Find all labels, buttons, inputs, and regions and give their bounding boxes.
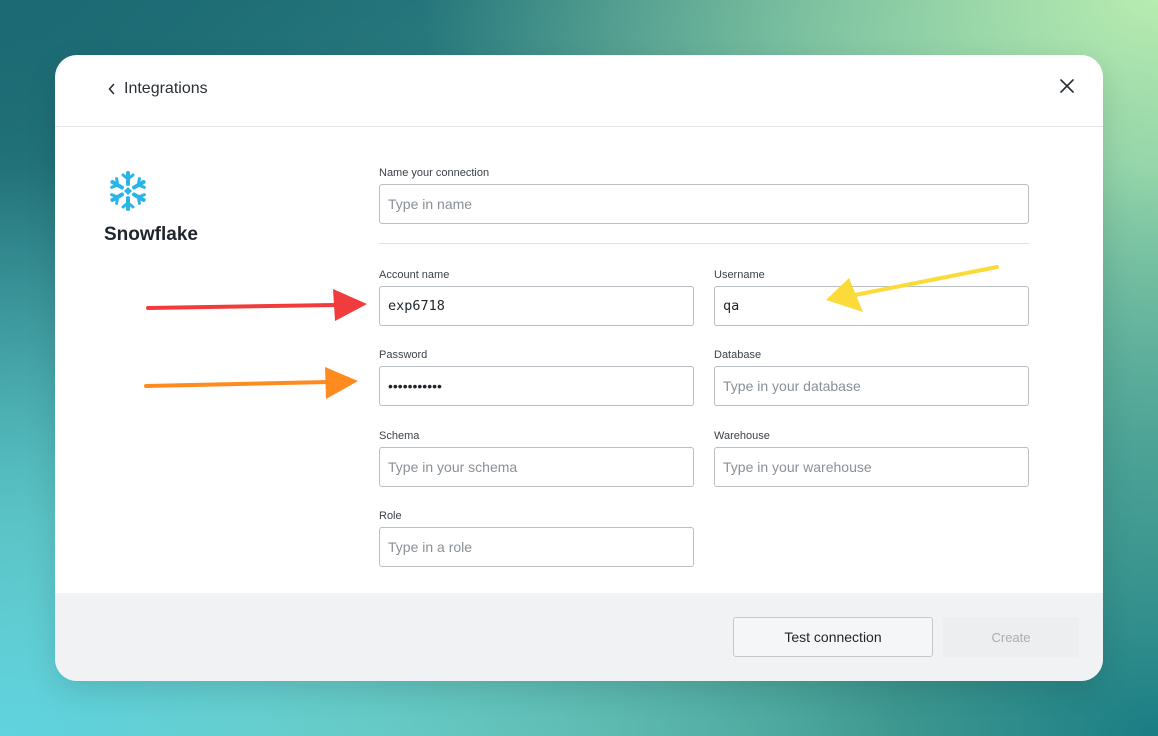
role-field: Role	[379, 510, 694, 567]
warehouse-label: Warehouse	[714, 430, 770, 442]
connection-name-input[interactable]	[379, 184, 1029, 224]
warehouse-input[interactable]	[714, 447, 1029, 487]
database-field: Database	[714, 349, 1029, 406]
brand-name: Snowflake	[104, 224, 198, 245]
schema-label: Schema	[379, 430, 420, 442]
warehouse-field: Warehouse	[714, 430, 1029, 487]
integration-modal: Integrations Snowflake Name your connect…	[55, 55, 1103, 681]
password-label: Password	[379, 349, 428, 361]
back-to-integrations-link[interactable]: Integrations	[107, 80, 208, 98]
form-divider	[379, 243, 1029, 244]
connection-name-field: Name your connection	[379, 167, 1029, 224]
account-name-input[interactable]	[379, 286, 694, 326]
account-name-label: Account name	[379, 269, 450, 281]
password-input[interactable]	[379, 366, 694, 406]
database-label: Database	[714, 349, 762, 361]
close-icon	[1060, 78, 1074, 98]
create-button[interactable]: Create	[943, 617, 1079, 657]
database-input[interactable]	[714, 366, 1029, 406]
account-name-field: Account name	[379, 269, 694, 326]
username-field: Username	[714, 269, 1029, 326]
close-button[interactable]	[1055, 76, 1079, 100]
role-label: Role	[379, 510, 402, 522]
chevron-left-icon	[107, 82, 116, 96]
brand-block: Snowflake	[104, 170, 198, 246]
snowflake-icon	[107, 170, 149, 212]
role-input[interactable]	[379, 527, 694, 567]
back-link-label: Integrations	[124, 80, 208, 97]
schema-field: Schema	[379, 430, 694, 487]
schema-input[interactable]	[379, 447, 694, 487]
username-label: Username	[714, 269, 765, 281]
modal-header: Integrations	[55, 55, 1103, 127]
modal-footer: Test connection Create	[55, 593, 1103, 681]
connection-name-label: Name your connection	[379, 167, 490, 179]
username-input[interactable]	[714, 286, 1029, 326]
test-connection-button[interactable]: Test connection	[733, 617, 933, 657]
password-field: Password	[379, 349, 694, 406]
